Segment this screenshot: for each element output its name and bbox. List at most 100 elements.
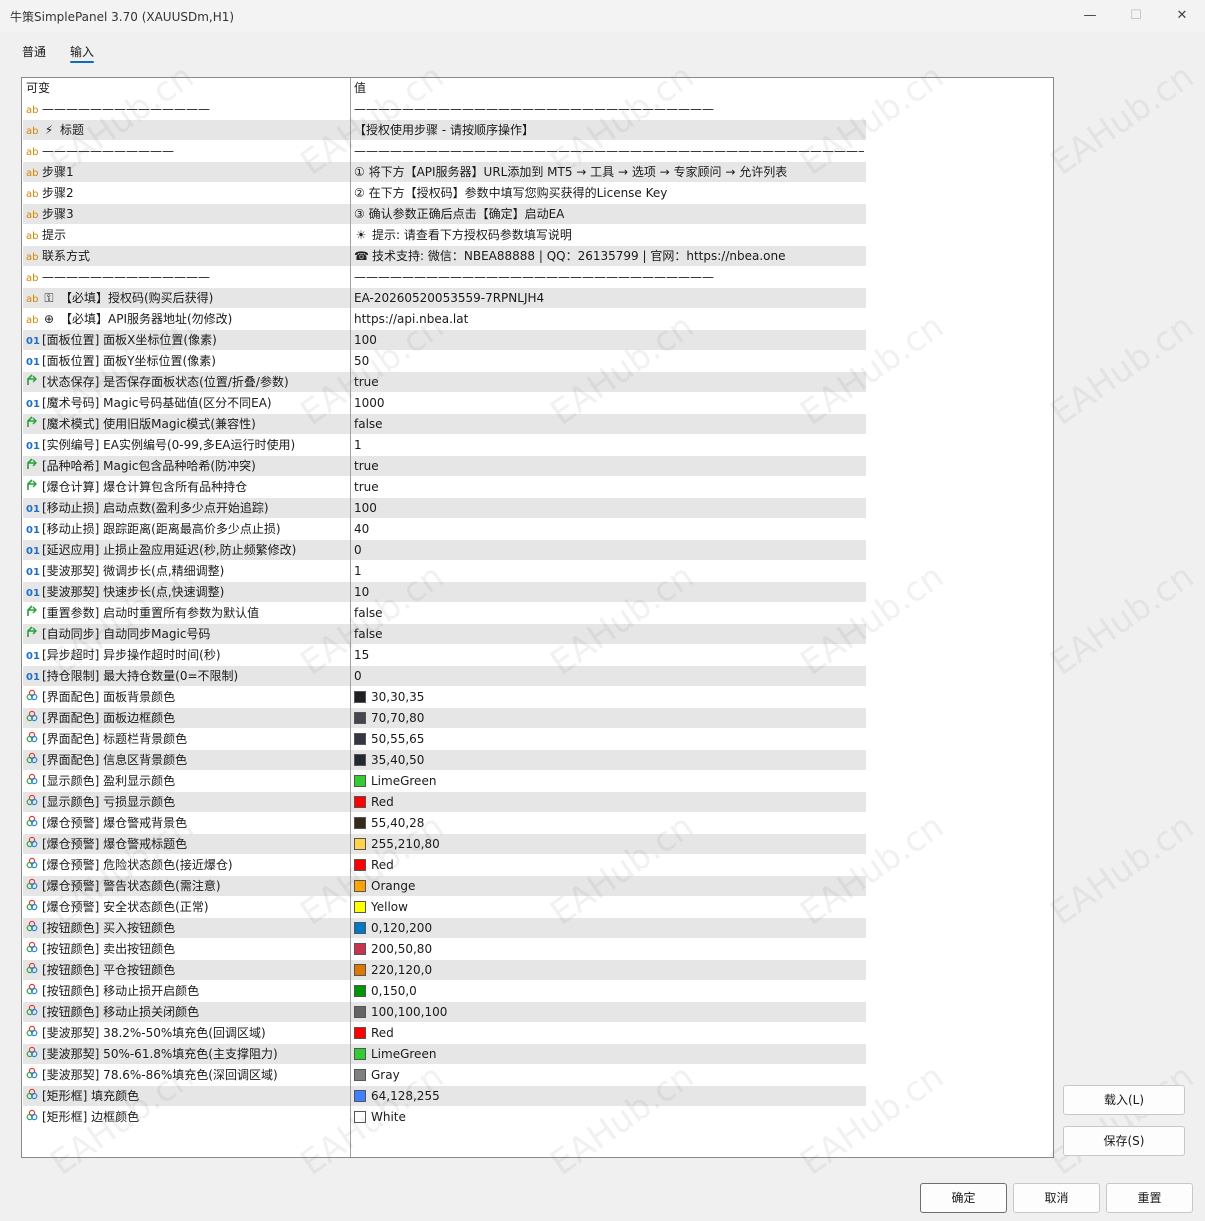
table-row[interactable]: [显示颜色] 亏损显示颜色 Red [23,792,866,813]
parameter-grid[interactable]: 可变 值 ab —————————————— ———————————————————… [21,77,1054,1158]
table-row[interactable]: [按钮颜色] 平仓按钮颜色 220,120,0 [23,960,866,981]
param-value[interactable]: false [354,606,383,620]
table-row[interactable]: ab——————————————————————————————————————… [23,141,866,162]
param-value-cell[interactable]: 70,70,80 [354,708,864,728]
table-row[interactable]: ab 步骤3 ③ 确认参数正确后点击【确定】启动EA [23,204,866,225]
param-value-cell[interactable]: 10 [354,582,864,602]
param-value[interactable]: 0 [354,543,362,557]
param-value[interactable]: LimeGreen [371,774,436,788]
table-row[interactable]: ab 步骤2 ② 在下方【授权码】参数中填写您购买获得的License Key [23,183,866,204]
param-value[interactable]: Gray [371,1068,400,1082]
param-value[interactable]: LimeGreen [371,1047,436,1061]
param-value[interactable]: 200,50,80 [371,942,432,956]
param-value-cell[interactable]: LimeGreen [354,771,864,791]
table-row[interactable]: 01 [延迟应用] 止损止盈应用延迟(秒,防止频繁修改) 0 [23,540,866,561]
table-row[interactable]: [按钮颜色] 移动止损关闭颜色 100,100,100 [23,1002,866,1023]
param-value[interactable]: —————————————————————————————— [354,102,714,116]
table-row[interactable]: [爆仓预警] 警告状态颜色(需注意) Orange [23,876,866,897]
param-value-cell[interactable]: —————————————————————————————— [354,99,864,119]
param-value-cell[interactable]: 200,50,80 [354,939,864,959]
param-value[interactable]: ① 将下方【API服务器】URL添加到 MT5 → 工具 → 选项 → 专家顾问… [354,165,787,179]
param-value-cell[interactable]: ☀ 提示: 请查看下方授权码参数填写说明 [354,225,864,245]
param-value[interactable]: Red [371,858,394,872]
param-value-cell[interactable]: false [354,603,864,623]
param-value[interactable]: 1000 [354,396,385,410]
table-row[interactable]: [矩形框] 填充颜色 64,128,255 [23,1086,866,1107]
reset-button[interactable]: 重置 [1106,1183,1193,1213]
param-value-cell[interactable]: false [354,414,864,434]
param-value[interactable]: ③ 确认参数正确后点击【确定】启动EA [354,207,564,221]
table-row[interactable]: [爆仓预警] 爆仓警戒标题色 255,210,80 [23,834,866,855]
param-value-cell[interactable]: 100 [354,498,864,518]
param-value-cell[interactable]: 100,100,100 [354,1002,864,1022]
param-value-cell[interactable]: EA-20260520053559-7RPNLJH4 [354,288,864,308]
param-value[interactable]: 220,120,0 [371,963,432,977]
param-value-cell[interactable]: true [354,372,864,392]
param-value[interactable]: true [354,480,379,494]
param-value[interactable]: 64,128,255 [371,1089,440,1103]
param-value[interactable]: 35,40,50 [371,753,424,767]
param-value[interactable]: false [354,417,383,431]
table-row[interactable]: 01 [异步超时] 异步操作超时时间(秒) 15 [23,645,866,666]
table-row[interactable]: ab ⊕ 【必填】API服务器地址(勿修改) https://api.nbea.lat [23,309,866,330]
table-row[interactable]: [自动同步] 自动同步Magic号码 false [23,624,866,645]
param-value-cell[interactable]: 220,120,0 [354,960,864,980]
param-value[interactable]: true [354,459,379,473]
param-value[interactable]: Orange [371,879,415,893]
table-row[interactable]: 01 [魔术号码] Magic号码基础值(区分不同EA) 1000 [23,393,866,414]
header-value[interactable]: 值 [354,78,864,98]
table-row[interactable]: [界面配色] 面板背景颜色 30,30,35 [23,687,866,708]
column-separator[interactable] [350,78,351,1157]
param-value[interactable]: 100 [354,333,377,347]
header-variable[interactable]: 可变 [26,78,348,98]
table-row[interactable]: [斐波那契] 50%-61.8%填充色(主支撑阻力) LimeGreen [23,1044,866,1065]
table-row[interactable]: 01 [斐波那契] 微调步长(点,精细调整) 1 [23,561,866,582]
table-row[interactable]: 01 [移动止损] 启动点数(盈利多少点开始追踪) 100 [23,498,866,519]
table-row[interactable]: 01 [面板位置] 面板X坐标位置(像素) 100 [23,330,866,351]
param-value[interactable]: 0,150,0 [371,984,417,998]
table-row[interactable]: ab——————————————————————————————————————… [23,99,866,120]
param-value[interactable]: 50 [354,354,369,368]
param-value[interactable]: —————————————————————————————— [354,270,714,284]
param-value[interactable]: ————————————————————————————————————————… [354,144,864,158]
param-value-cell[interactable]: 15 [354,645,864,665]
param-value[interactable]: 技术支持: 微信：NBEA88888 | QQ：26135799 | 官网：ht… [372,249,785,263]
table-row[interactable]: ab ⚡ 标题 【授权使用步骤 - 请按顺序操作】 [23,120,866,141]
param-value[interactable]: 100,100,100 [371,1005,447,1019]
param-value-cell[interactable]: White [354,1107,864,1127]
table-row[interactable]: [按钮颜色] 移动止损开启颜色 0,150,0 [23,981,866,1002]
ok-button[interactable]: 确定 [920,1183,1007,1213]
table-row[interactable]: [斐波那契] 78.6%-86%填充色(深回调区域) Gray [23,1065,866,1086]
param-value-cell[interactable]: —————————————————————————————— [354,267,864,287]
table-row[interactable]: [品种哈希] Magic包含品种哈希(防冲突) true [23,456,866,477]
param-value-cell[interactable]: LimeGreen [354,1044,864,1064]
param-value-cell[interactable]: 30,30,35 [354,687,864,707]
param-value-cell[interactable]: 1 [354,561,864,581]
param-value-cell[interactable]: 50,55,65 [354,729,864,749]
param-value[interactable]: 0 [354,669,362,683]
param-value[interactable]: false [354,627,383,641]
param-value-cell[interactable]: Red [354,792,864,812]
param-value-cell[interactable]: Red [354,1023,864,1043]
param-value[interactable]: 【授权使用步骤 - 请按顺序操作】 [354,123,534,137]
table-row[interactable]: [斐波那契] 38.2%-50%填充色(回调区域) Red [23,1023,866,1044]
maximize-button[interactable]: ☐ [1113,0,1159,32]
param-value-cell[interactable]: 1000 [354,393,864,413]
param-value-cell[interactable]: https://api.nbea.lat [354,309,864,329]
param-value-cell[interactable]: Gray [354,1065,864,1085]
param-value-cell[interactable]: Yellow [354,897,864,917]
param-value[interactable]: 1 [354,438,362,452]
minimize-button[interactable]: — [1067,0,1113,32]
param-value-cell[interactable]: true [354,456,864,476]
table-row[interactable]: 01 [斐波那契] 快速步长(点,快速调整) 10 [23,582,866,603]
param-value-cell[interactable]: 0,120,200 [354,918,864,938]
table-row[interactable]: [重置参数] 启动时重置所有参数为默认值 false [23,603,866,624]
table-row[interactable]: [爆仓预警] 爆仓警戒背景色 55,40,28 [23,813,866,834]
param-value-cell[interactable]: 64,128,255 [354,1086,864,1106]
param-value[interactable]: 30,30,35 [371,690,424,704]
param-value-cell[interactable]: 0 [354,540,864,560]
param-value[interactable]: Red [371,1026,394,1040]
param-value-cell[interactable]: ————————————————————————————————————————… [354,141,864,161]
save-button[interactable]: 保存(S) [1063,1126,1185,1156]
table-row[interactable]: [界面配色] 信息区背景颜色 35,40,50 [23,750,866,771]
